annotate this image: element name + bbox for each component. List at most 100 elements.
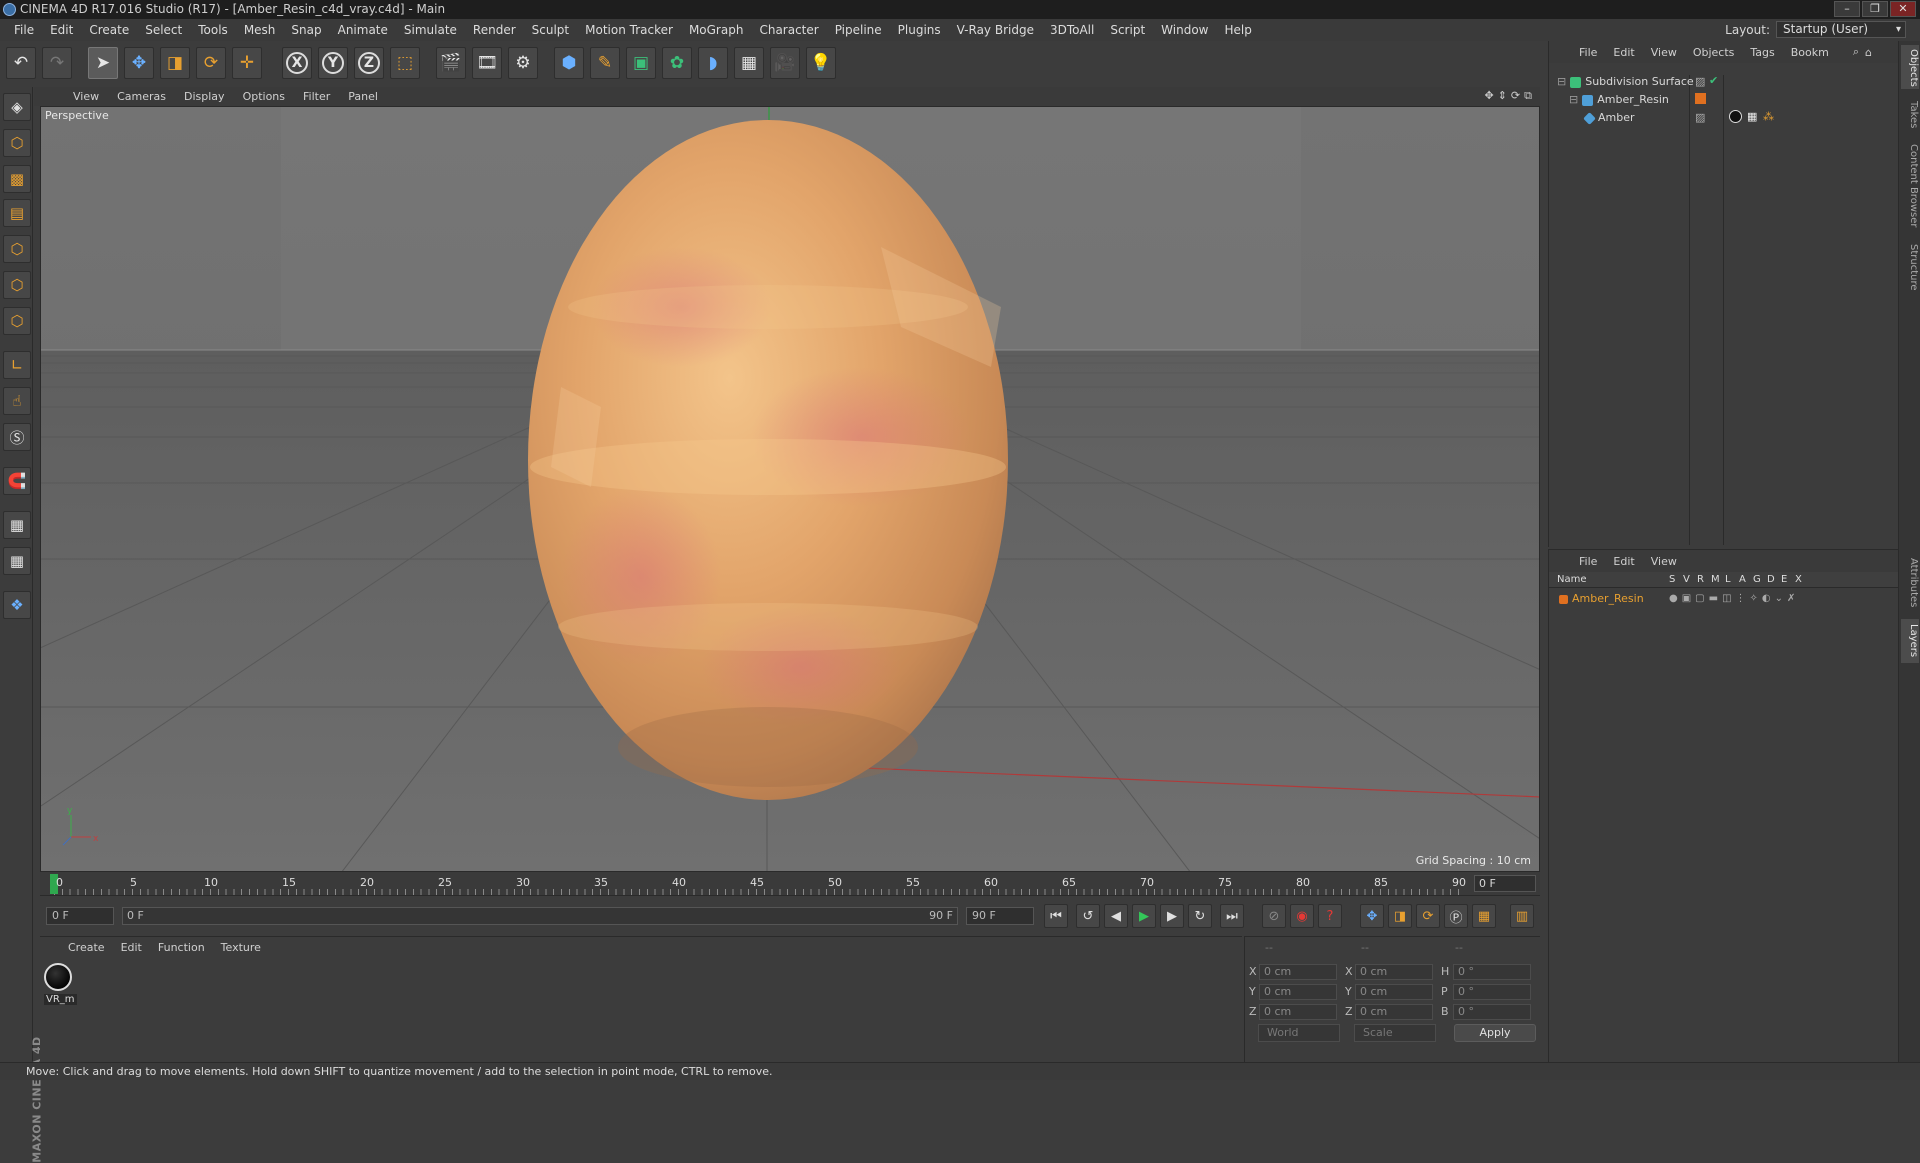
collapse-icon[interactable]: ⊟: [1569, 91, 1578, 109]
material-menu-edit[interactable]: Edit: [113, 941, 150, 954]
menu-create[interactable]: Create: [81, 19, 137, 41]
editor-visibility-icon[interactable]: ▨: [1695, 75, 1705, 88]
3d-viewport[interactable]: y x Perspective Grid Spacing : 10 cm: [40, 106, 1540, 872]
points-mode-icon[interactable]: ⬡: [3, 235, 31, 263]
key-scale-icon[interactable]: ◨: [1388, 904, 1412, 928]
end-frame-field[interactable]: 90 F: [966, 907, 1034, 925]
previous-key-icon[interactable]: ↺: [1076, 904, 1100, 928]
mograph-cloner-icon[interactable]: ✿: [662, 47, 692, 79]
layer-name[interactable]: Amber_Resin: [1572, 590, 1644, 608]
timeline-ruler[interactable]: 0 5 10 15 20 25 30 35 40 45 50 55 60 65 …: [40, 872, 1540, 896]
layer-color-icon[interactable]: [1695, 93, 1706, 104]
layout-dropdown[interactable]: Startup (User): [1776, 21, 1906, 38]
menu-motion-tracker[interactable]: Motion Tracker: [577, 19, 681, 41]
collapse-icon[interactable]: ⊟: [1557, 73, 1566, 91]
deformer-icon[interactable]: ◗: [698, 47, 728, 79]
material-name[interactable]: VR_m: [44, 994, 77, 1005]
object-menu-tags[interactable]: Tags: [1742, 46, 1782, 59]
object-home-icon[interactable]: ⌂: [1865, 46, 1872, 59]
tab-objects[interactable]: Objects: [1901, 45, 1919, 89]
menu-render[interactable]: Render: [465, 19, 524, 41]
workplane-mode-icon[interactable]: ▤: [3, 199, 31, 227]
menu-mograph[interactable]: MoGraph: [681, 19, 752, 41]
tab-layers[interactable]: Layers: [1901, 619, 1919, 663]
edges-mode-icon[interactable]: ⬡: [3, 271, 31, 299]
object-menu-view[interactable]: View: [1643, 46, 1685, 59]
layer-menu-view[interactable]: View: [1643, 555, 1685, 568]
record-keys-icon[interactable]: ⊘: [1262, 904, 1286, 928]
object-row-subdivision-surface[interactable]: ⊟ Subdivision Surface: [1557, 73, 1694, 91]
material-tag-icon[interactable]: [1729, 110, 1742, 123]
viewport-dolly-icon[interactable]: ⇕: [1498, 89, 1507, 103]
rotation-p-field[interactable]: 0 °: [1453, 984, 1531, 1000]
cube-primitive-icon[interactable]: ⬢: [554, 47, 584, 79]
play-icon[interactable]: ▶: [1132, 904, 1156, 928]
material-menu-create[interactable]: Create: [60, 941, 113, 954]
menu-mesh[interactable]: Mesh: [236, 19, 284, 41]
viewport-pan-icon[interactable]: ✥: [1484, 89, 1493, 103]
frame-range-slider[interactable]: 0 F 90 F: [122, 907, 958, 925]
viewport-menu-cameras[interactable]: Cameras: [108, 90, 175, 103]
size-z-field[interactable]: 0 cm: [1355, 1004, 1433, 1020]
undo-icon[interactable]: ↶: [6, 47, 36, 79]
coordinate-system-dropdown[interactable]: World: [1258, 1024, 1340, 1042]
viewport-menu-filter[interactable]: Filter: [294, 90, 339, 103]
workplane-rotate-icon[interactable]: ▦: [3, 547, 31, 575]
current-frame-field[interactable]: 0 F: [1474, 875, 1536, 892]
polygons-mode-icon[interactable]: ⬡: [3, 307, 31, 335]
position-x-field[interactable]: 0 cm: [1259, 964, 1337, 980]
start-frame-field[interactable]: 0 F: [46, 907, 114, 925]
layer-menu-file[interactable]: File: [1571, 555, 1605, 568]
render-picture-viewer-icon[interactable]: 🎞: [472, 47, 502, 79]
viewport-menu-display[interactable]: Display: [175, 90, 234, 103]
light-icon[interactable]: 💡: [806, 47, 836, 79]
editor-visibility-icon[interactable]: ▨: [1695, 111, 1705, 124]
key-rotation-icon[interactable]: ⟳: [1416, 904, 1440, 928]
timeline-window-icon[interactable]: ▥: [1510, 904, 1534, 928]
position-z-field[interactable]: 0 cm: [1259, 1004, 1337, 1020]
workplane-lock-icon[interactable]: ▦: [3, 511, 31, 539]
layer-row[interactable]: Amber_Resin: [1559, 590, 1644, 608]
size-x-field[interactable]: 0 cm: [1355, 964, 1433, 980]
object-row-amber-resin[interactable]: ⊟ Amber_Resin: [1569, 91, 1669, 109]
object-menu-bookmarks[interactable]: Bookm: [1783, 46, 1837, 59]
viewport-maximize-icon[interactable]: ⧉: [1524, 89, 1532, 103]
floor-environment-icon[interactable]: ▦: [734, 47, 764, 79]
rotate-tool-icon[interactable]: ⟳: [196, 47, 226, 79]
make-editable-icon[interactable]: ◈: [3, 93, 31, 121]
coordinate-system-icon[interactable]: ⬚: [390, 47, 420, 79]
next-frame-icon[interactable]: ▶: [1160, 904, 1184, 928]
move-tool-icon[interactable]: ✥: [124, 47, 154, 79]
object-name[interactable]: Amber: [1598, 109, 1635, 127]
spline-pen-icon[interactable]: ✎: [590, 47, 620, 79]
tab-structure[interactable]: Structure: [1901, 237, 1919, 297]
render-settings-icon[interactable]: ⚙: [508, 47, 538, 79]
render-view-icon[interactable]: 🎬: [436, 47, 466, 79]
go-to-start-icon[interactable]: ⏮: [1044, 904, 1068, 928]
model-mode-icon[interactable]: ⬡: [3, 129, 31, 157]
menu-sculpt[interactable]: Sculpt: [524, 19, 577, 41]
redo-icon[interactable]: ↷: [42, 47, 72, 79]
subdivision-surface-icon[interactable]: ▣: [626, 47, 656, 79]
y-axis-lock-icon[interactable]: Y: [318, 47, 348, 79]
next-key-icon[interactable]: ↻: [1188, 904, 1212, 928]
transform-mode-dropdown[interactable]: Scale: [1354, 1024, 1436, 1042]
tweak-mode-icon[interactable]: ☝: [3, 387, 31, 415]
menu-simulate[interactable]: Simulate: [396, 19, 465, 41]
close-icon[interactable]: ✕: [1890, 1, 1916, 17]
object-menu-file[interactable]: File: [1571, 46, 1605, 59]
menu-character[interactable]: Character: [751, 19, 826, 41]
object-name[interactable]: Amber_Resin: [1597, 91, 1669, 109]
key-parameter-icon[interactable]: Ⓟ: [1444, 904, 1468, 928]
minimize-icon[interactable]: –: [1834, 1, 1860, 17]
object-row-amber[interactable]: Amber: [1583, 109, 1635, 127]
python-icon[interactable]: ❖: [3, 591, 31, 619]
live-selection-icon[interactable]: ✛: [232, 47, 262, 79]
object-menu-objects[interactable]: Objects: [1685, 46, 1743, 59]
object-menu-edit[interactable]: Edit: [1605, 46, 1642, 59]
vray-tag-icon[interactable]: ▦: [1747, 110, 1757, 123]
menu-window[interactable]: Window: [1153, 19, 1216, 41]
menu-plugins[interactable]: Plugins: [890, 19, 949, 41]
autokey-icon[interactable]: ◉: [1290, 904, 1314, 928]
menu-pipeline[interactable]: Pipeline: [827, 19, 890, 41]
